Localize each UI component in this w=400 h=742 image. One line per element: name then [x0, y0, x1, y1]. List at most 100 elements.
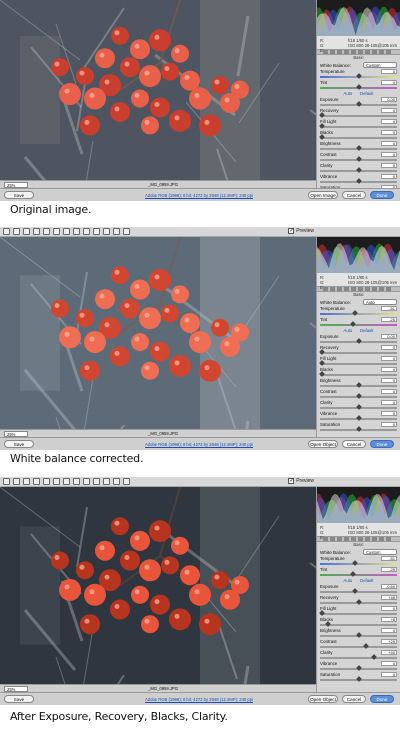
slider-fill-light[interactable]: Fill Light 0 [317, 356, 400, 367]
slider-value-field[interactable]: 0 [381, 378, 397, 383]
slider-value-field[interactable]: 0 [381, 672, 397, 677]
panel-tab-icon[interactable] [330, 287, 335, 291]
red-eye-tool-icon[interactable] [73, 478, 80, 485]
zoom-tool-icon[interactable] [3, 228, 10, 235]
slider-exposure[interactable]: Exposure 0.00 [317, 97, 400, 108]
slider-value-field[interactable]: 0 [381, 80, 397, 85]
graduated-filter-tool-icon[interactable] [93, 228, 100, 235]
slider-fill-light[interactable]: Fill Light 0 [317, 119, 400, 130]
slider-track[interactable] [320, 624, 397, 626]
cancel-button[interactable]: Cancel [342, 191, 366, 199]
panel-tab-icon[interactable] [358, 50, 363, 54]
workflow-options-link[interactable]: Adobe RGB (1998); 8 bit; 4272 by 2848 (1… [145, 442, 253, 447]
slider-value-field[interactable]: -0.60 [381, 584, 397, 589]
slider-value-field[interactable]: 0 [381, 422, 397, 427]
slider-blacks[interactable]: Blacks +8 [317, 617, 400, 628]
panel-tab-icon[interactable] [344, 50, 349, 54]
save-image-button[interactable]: Save Image... [4, 440, 34, 450]
panel-tab-icon[interactable] [337, 287, 342, 291]
straighten-tool-icon[interactable] [53, 478, 60, 485]
retouch-tool-icon[interactable] [63, 228, 70, 235]
panel-tab-icon[interactable] [344, 287, 349, 291]
adjust-brush-tool-icon[interactable] [83, 228, 90, 235]
slider-value-field[interactable]: 0.00 [381, 334, 397, 339]
slider-brightness[interactable]: Brightness 0 [317, 141, 400, 152]
retouch-tool-icon[interactable] [63, 478, 70, 485]
graduated-filter-tool-icon[interactable] [93, 478, 100, 485]
slider-contrast[interactable]: Contrast +25 [317, 639, 400, 650]
panel-tab-icon[interactable] [330, 50, 335, 54]
workflow-options-link[interactable]: Adobe RGB (1998); 8 bit; 4272 by 2848 (1… [145, 697, 253, 702]
crop-tool-icon[interactable] [43, 478, 50, 485]
slider-track[interactable] [320, 115, 397, 117]
panel-tab-icon[interactable] [372, 537, 377, 541]
slider-value-field[interactable]: +25 [381, 639, 397, 644]
panel-tab-icon[interactable] [351, 287, 356, 291]
panel-tab-icon[interactable] [372, 287, 377, 291]
slider-fill-light[interactable]: Fill Light 0 [317, 606, 400, 617]
slider-vibrance[interactable]: Vibrance 0 [317, 661, 400, 672]
slider-temperature[interactable]: Temperature -51 [317, 306, 400, 317]
slider-clarity[interactable]: Clarity +40 [317, 650, 400, 661]
panel-tab-icon[interactable] [365, 537, 370, 541]
slider-value-field[interactable]: 0 [381, 389, 397, 394]
save-image-button[interactable]: Save Image... [4, 191, 34, 201]
image-preview[interactable] [0, 237, 316, 429]
slider-value-field[interactable]: 0 [381, 163, 397, 168]
slider-value-field[interactable]: 0 [381, 174, 397, 179]
open-button[interactable]: Open Object [308, 695, 338, 703]
panel-tab-icon[interactable] [379, 50, 384, 54]
done-button[interactable]: Done [370, 440, 394, 448]
rotate-right-tool-icon[interactable] [123, 228, 130, 235]
slider-recovery[interactable]: Recovery 0 [317, 345, 400, 356]
slider-value-field[interactable]: 0 [381, 152, 397, 157]
slider-value-field[interactable]: 0 [381, 119, 397, 124]
slider-recovery[interactable]: Recovery 0 [317, 108, 400, 119]
slider-track[interactable] [320, 574, 397, 576]
done-button[interactable]: Done [370, 695, 394, 703]
slider-value-field[interactable]: 0 [381, 69, 397, 74]
cancel-button[interactable]: Cancel [342, 440, 366, 448]
slider-saturation[interactable]: Saturation 0 [317, 422, 400, 433]
slider-track[interactable] [320, 646, 397, 648]
color-sampler-tool-icon[interactable] [33, 478, 40, 485]
panel-tab-icon[interactable] [351, 50, 356, 54]
panel-tab-icon[interactable] [358, 537, 363, 541]
panel-tab-icon[interactable] [365, 287, 370, 291]
slider-contrast[interactable]: Contrast 0 [317, 389, 400, 400]
panel-tab-icon[interactable] [323, 50, 328, 54]
slider-track[interactable] [320, 613, 397, 615]
slider-saturation[interactable]: Saturation 0 [317, 672, 400, 683]
slider-value-field[interactable]: 0 [381, 628, 397, 633]
white-balance-select[interactable]: Custom [363, 549, 397, 555]
slider-track[interactable] [320, 313, 397, 315]
slider-track[interactable] [320, 352, 397, 354]
slider-track[interactable] [320, 137, 397, 139]
slider-track[interactable] [320, 657, 397, 659]
hand-tool-icon[interactable] [13, 478, 20, 485]
slider-value-field[interactable]: -51 [381, 306, 397, 311]
panel-tab-icon[interactable] [351, 537, 356, 541]
slider-temperature[interactable]: Temperature 0 [317, 69, 400, 80]
workflow-options-link[interactable]: Adobe RGB (1998); 8 bit; 4272 by 2848 (1… [145, 193, 253, 198]
panel-tab-icon[interactable] [379, 287, 384, 291]
slider-value-field[interactable]: 0 [381, 345, 397, 350]
slider-exposure[interactable]: Exposure -0.60 [317, 584, 400, 595]
panel-tab-icon[interactable] [386, 537, 391, 541]
slider-recovery[interactable]: Recovery +48 [317, 595, 400, 606]
slider-value-field[interactable]: 0.00 [381, 97, 397, 102]
checkmark-icon[interactable]: ✓ [288, 228, 294, 234]
color-sampler-tool-icon[interactable] [33, 228, 40, 235]
panel-tab-icon[interactable] [337, 537, 342, 541]
white-balance-select[interactable]: Custom [363, 62, 397, 68]
slider-exposure[interactable]: Exposure 0.00 [317, 334, 400, 345]
slider-value-field[interactable]: 0 [381, 411, 397, 416]
slider-track[interactable] [320, 374, 397, 376]
slider-value-field[interactable]: 0 [381, 141, 397, 146]
zoom-tool-icon[interactable] [3, 478, 10, 485]
hand-tool-icon[interactable] [13, 228, 20, 235]
slider-value-field[interactable]: +40 [381, 650, 397, 655]
slider-value-field[interactable]: 0 [381, 400, 397, 405]
slider-blacks[interactable]: Blacks 0 [317, 367, 400, 378]
panel-tab-icon[interactable] [344, 537, 349, 541]
